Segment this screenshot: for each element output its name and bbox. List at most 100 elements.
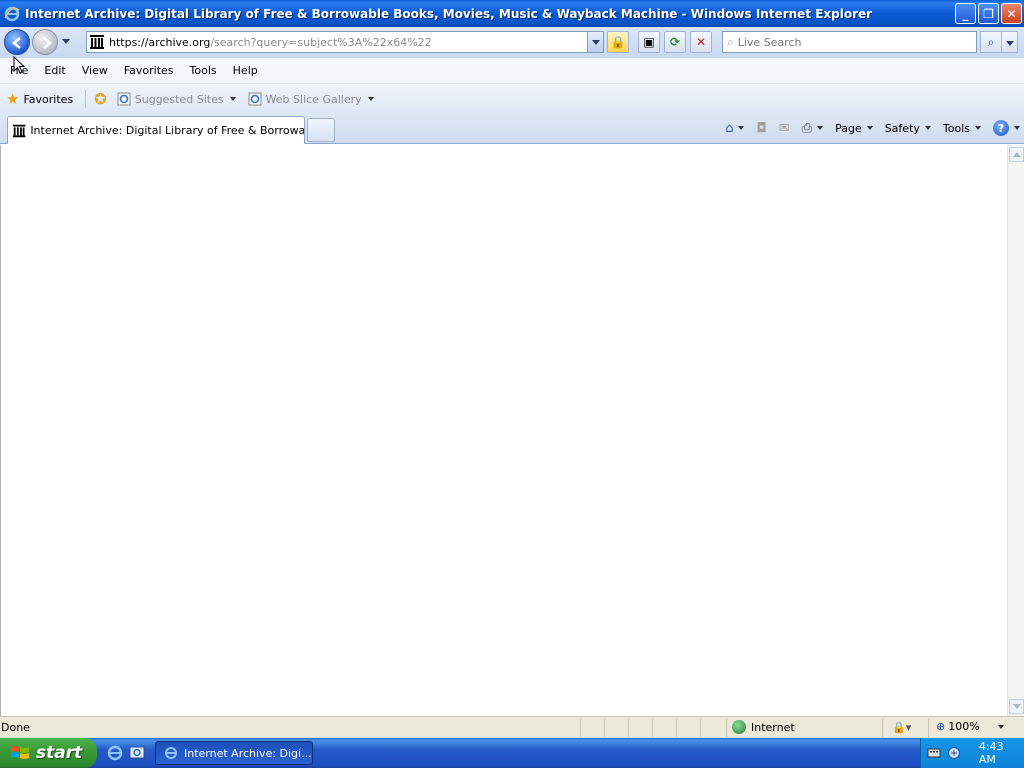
chevron-down-icon — [229, 97, 236, 101]
menu-favorites[interactable]: Favorites — [116, 58, 182, 84]
search-box[interactable]: ⌕ — [722, 31, 977, 53]
printer-icon: ⎙ — [801, 120, 813, 136]
status-divider — [604, 719, 605, 737]
system-tray: 4:43 AM — [920, 738, 1024, 768]
title-bar[interactable]: Internet Archive: Digital Library of Fre… — [0, 0, 1024, 27]
taskbar-ie-window[interactable]: Internet Archive: Digi... — [155, 741, 313, 765]
new-tab-button[interactable] — [307, 118, 335, 142]
chevron-down-icon — [975, 126, 981, 130]
safety-menu-button[interactable]: Safety — [885, 122, 931, 135]
status-divider — [726, 719, 727, 737]
favorites-separator — [85, 90, 87, 108]
tools-menu-label: Tools — [942, 121, 970, 135]
search-icon[interactable]: ⌕ — [980, 31, 1002, 53]
feeds-button[interactable]: ◘ — [756, 121, 766, 136]
zoom-control[interactable]: ⊕ 100% — [936, 720, 1004, 733]
address-dropdown-button[interactable] — [587, 32, 603, 52]
chevron-down-icon — [924, 126, 931, 130]
ie-page-icon — [117, 92, 131, 106]
chevron-down-icon — [997, 724, 1004, 729]
globe-icon — [732, 720, 746, 734]
compatibility-view-icon[interactable]: ▣ — [638, 31, 660, 53]
web-slice-gallery-link[interactable]: Web Slice Gallery — [248, 92, 374, 106]
address-bar[interactable]: https://archive.org/search?query=subject… — [86, 31, 604, 53]
archive-favicon-icon — [12, 124, 26, 137]
maximize-button[interactable]: ❐ — [978, 3, 999, 24]
status-divider — [652, 719, 653, 737]
chevron-down-icon — [1014, 126, 1020, 130]
print-button[interactable]: ⎙ — [801, 120, 824, 136]
mail-icon: ✉ — [778, 120, 790, 136]
archive-favicon-icon — [90, 35, 104, 49]
menu-help[interactable]: Help — [225, 58, 266, 84]
forward-button[interactable] — [32, 29, 58, 55]
back-button[interactable] — [4, 29, 30, 55]
internet-explorer-icon — [165, 747, 177, 759]
security-lock-icon[interactable]: 🔒 — [607, 31, 629, 53]
chevron-down-icon — [367, 97, 374, 101]
rss-feed-icon: ◘ — [756, 120, 767, 136]
security-zone-label: Internet — [751, 720, 795, 734]
tools-menu-button[interactable]: Tools — [943, 122, 981, 135]
vertical-scrollbar[interactable] — [1007, 145, 1024, 716]
start-button[interactable]: start — [0, 738, 97, 768]
mouse-cursor-icon — [13, 56, 25, 74]
quick-launch-show-desktop-icon[interactable] — [128, 744, 146, 762]
status-divider — [676, 719, 677, 737]
page-menu-button[interactable]: Page — [835, 122, 873, 135]
favorites-button[interactable]: ★ Favorites — [6, 90, 73, 108]
web-slice-gallery-label: Web Slice Gallery — [265, 92, 362, 106]
refresh-icon[interactable]: ⟳ — [664, 31, 686, 53]
menu-edit[interactable]: Edit — [36, 58, 73, 84]
menu-bar: File Edit View Favorites Tools Help — [0, 58, 1024, 84]
suggested-sites-link[interactable]: Suggested Sites — [117, 92, 236, 106]
clock: 4:43 AM — [978, 740, 1004, 766]
network-icon[interactable] — [947, 746, 961, 760]
status-bar: Done Internet 🔒▾ ⊕ 100% — [0, 716, 1024, 738]
help-icon: ? — [993, 120, 1009, 136]
menu-tools[interactable]: Tools — [182, 58, 225, 84]
command-bar: ⌂ ◘ ✉ ⎙ Page Safety Tools ? — [713, 113, 1020, 143]
internet-explorer-icon — [4, 6, 20, 21]
chevron-down-icon — [738, 126, 745, 130]
keyboard-icon[interactable] — [927, 746, 941, 760]
taskbar-window-label: Internet Archive: Digi... — [184, 746, 312, 760]
favorites-bar: ★ Favorites ✪ Suggested Sites Web Slice … — [0, 85, 1024, 113]
tab-internet-archive[interactable]: Internet Archive: Digital Library of Fre… — [7, 116, 305, 144]
zoom-icon: ⊕ — [936, 720, 946, 733]
favorites-star-icon: ★ — [6, 90, 20, 108]
ie-page-icon — [248, 92, 262, 106]
chevron-down-icon — [817, 126, 824, 130]
read-mail-button[interactable]: ✉ — [779, 121, 790, 136]
chevron-down-icon — [866, 126, 873, 130]
status-divider — [700, 719, 701, 737]
add-to-favorites-bar-icon[interactable]: ✪ — [94, 90, 107, 108]
tab-label: Internet Archive: Digital Library of Fre… — [30, 124, 304, 137]
url-path: /search?query=subject%3A%22x64%22 — [210, 35, 432, 49]
page-content-area[interactable] — [0, 145, 1024, 716]
menu-view[interactable]: View — [74, 58, 116, 84]
navigation-bar: https://archive.org/search?query=subject… — [0, 27, 1024, 58]
start-label: start — [36, 743, 83, 763]
quick-launch-ie-icon[interactable] — [106, 744, 124, 762]
close-button[interactable]: ✕ — [1001, 3, 1022, 24]
page-menu-label: Page — [835, 121, 862, 135]
stop-icon[interactable]: ✕ — [690, 31, 712, 53]
protected-mode-icon[interactable]: 🔒▾ — [892, 721, 911, 734]
status-text: Done — [1, 721, 30, 734]
scroll-down-button[interactable] — [1009, 699, 1024, 714]
recent-pages-dropdown[interactable] — [62, 39, 70, 44]
suggested-sites-label: Suggested Sites — [134, 92, 224, 106]
help-button[interactable]: ? — [993, 120, 1020, 136]
home-button[interactable]: ⌂ — [725, 121, 745, 136]
windows-flag-icon — [11, 746, 29, 759]
status-divider — [580, 719, 581, 737]
security-zone[interactable]: Internet — [732, 720, 795, 734]
scroll-up-button[interactable] — [1009, 147, 1024, 162]
search-input[interactable] — [737, 35, 958, 49]
minimize-button[interactable]: _ — [955, 3, 976, 24]
search-provider-icon: ⌕ — [727, 34, 734, 49]
search-options-dropdown[interactable] — [1002, 31, 1018, 53]
zoom-level: 100% — [948, 720, 980, 733]
back-arrow-icon — [12, 37, 21, 49]
